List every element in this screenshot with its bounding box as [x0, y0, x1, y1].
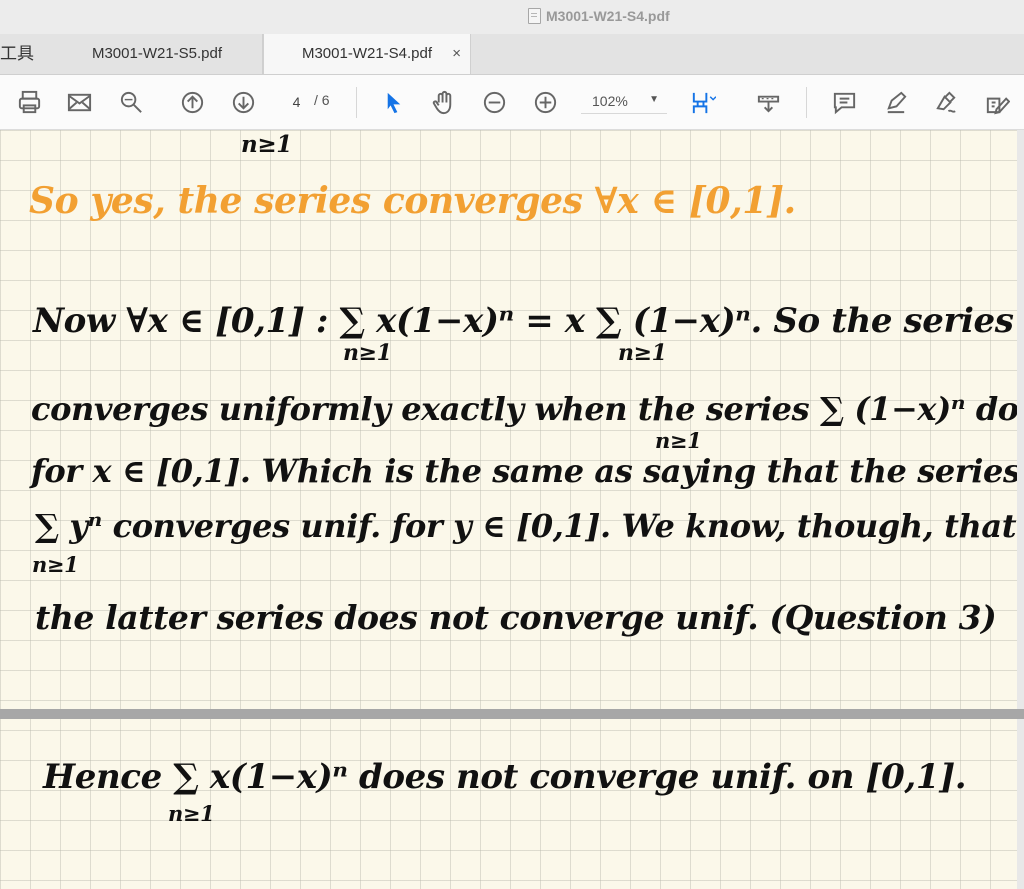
close-tab-icon[interactable]: × — [452, 34, 461, 74]
next-page-icon[interactable] — [227, 86, 259, 118]
search-icon[interactable] — [115, 86, 147, 118]
top-summation-index: n≥1 — [241, 131, 292, 158]
tab-label: M3001-W21-S5.pdf — [91, 45, 223, 62]
page-fit-icon[interactable] — [686, 86, 718, 118]
tab-m3001-w21-s4[interactable]: M3001-W21-S4.pdf × — [263, 34, 471, 74]
tab-m3001-w21-s5[interactable]: M3001-W21-S5.pdf — [52, 34, 263, 74]
previous-page-icon[interactable] — [176, 86, 208, 118]
highlight-icon[interactable] — [879, 86, 911, 118]
zoom-value: 102% — [592, 93, 628, 109]
zoom-select[interactable]: 102% ▼ — [581, 89, 667, 114]
comment-icon[interactable] — [828, 86, 860, 118]
vertical-scroll-track[interactable] — [1017, 130, 1024, 889]
handwritten-line-5: the latter series does not converge unif… — [35, 598, 997, 637]
toolbar-divider — [356, 87, 357, 118]
summation-index-line-2: n≥1 — [655, 428, 702, 453]
window-title-text: M3001-W21-S4.pdf — [546, 8, 670, 24]
window-titlebar: M3001-W21-S4.pdf — [0, 0, 1024, 34]
handwritten-line-3: for x ∈ [0,1]. Which is the same as sayi… — [31, 452, 1017, 490]
summation-index-line-6: n≥1 — [168, 801, 215, 826]
page-total: / 6 — [314, 92, 330, 108]
conclusion-line-orange: So yes, the series converges ∀x ∈ [0,1]. — [29, 180, 796, 222]
summation-index-left: n≥1 — [343, 340, 392, 366]
pdf-file-icon — [528, 8, 541, 24]
toolbar-divider — [806, 87, 807, 118]
chevron-down-icon: ▼ — [649, 94, 659, 105]
handwritten-line-1: Now ∀x ∈ [0,1] : ∑ x(1−x)ⁿ = x ∑ (1−x)ⁿ.… — [33, 301, 1014, 341]
email-icon[interactable] — [63, 86, 95, 118]
document-tab-bar: 工具 M3001-W21-S5.pdf M3001-W21-S4.pdf × — [0, 34, 1024, 75]
sign-icon[interactable] — [930, 86, 962, 118]
edit-icon[interactable] — [980, 86, 1012, 118]
handwritten-line-4: ∑ yⁿ converges unif. for y ∈ [0,1]. We k… — [35, 507, 1017, 545]
summation-index-right: n≥1 — [618, 340, 667, 366]
scroll-mode-icon[interactable] — [752, 86, 784, 118]
select-cursor-icon[interactable] — [377, 86, 409, 118]
tools-tab[interactable]: 工具 — [0, 34, 52, 74]
print-icon[interactable] — [13, 86, 45, 118]
handwritten-line-2: converges uniformly exactly when the ser… — [31, 390, 1017, 428]
summation-index-line-4: n≥1 — [32, 552, 79, 577]
page-number-input[interactable]: 4 — [282, 91, 311, 113]
zoom-in-icon[interactable] — [529, 86, 561, 118]
zoom-out-icon[interactable] — [478, 86, 510, 118]
hand-icon[interactable] — [428, 86, 460, 118]
handwritten-line-6: Hence ∑ x(1−x)ⁿ does not converge unif. … — [43, 757, 967, 797]
page-separator — [0, 709, 1024, 719]
tab-label: M3001-W21-S4.pdf — [301, 45, 433, 62]
pdf-page-canvas: n≥1 So yes, the series converges ∀x ∈ [0… — [0, 130, 1017, 889]
pdf-toolbar: 4 / 6 102% ▼ — [0, 75, 1024, 130]
window-title: M3001-W21-S4.pdf — [528, 7, 670, 25]
